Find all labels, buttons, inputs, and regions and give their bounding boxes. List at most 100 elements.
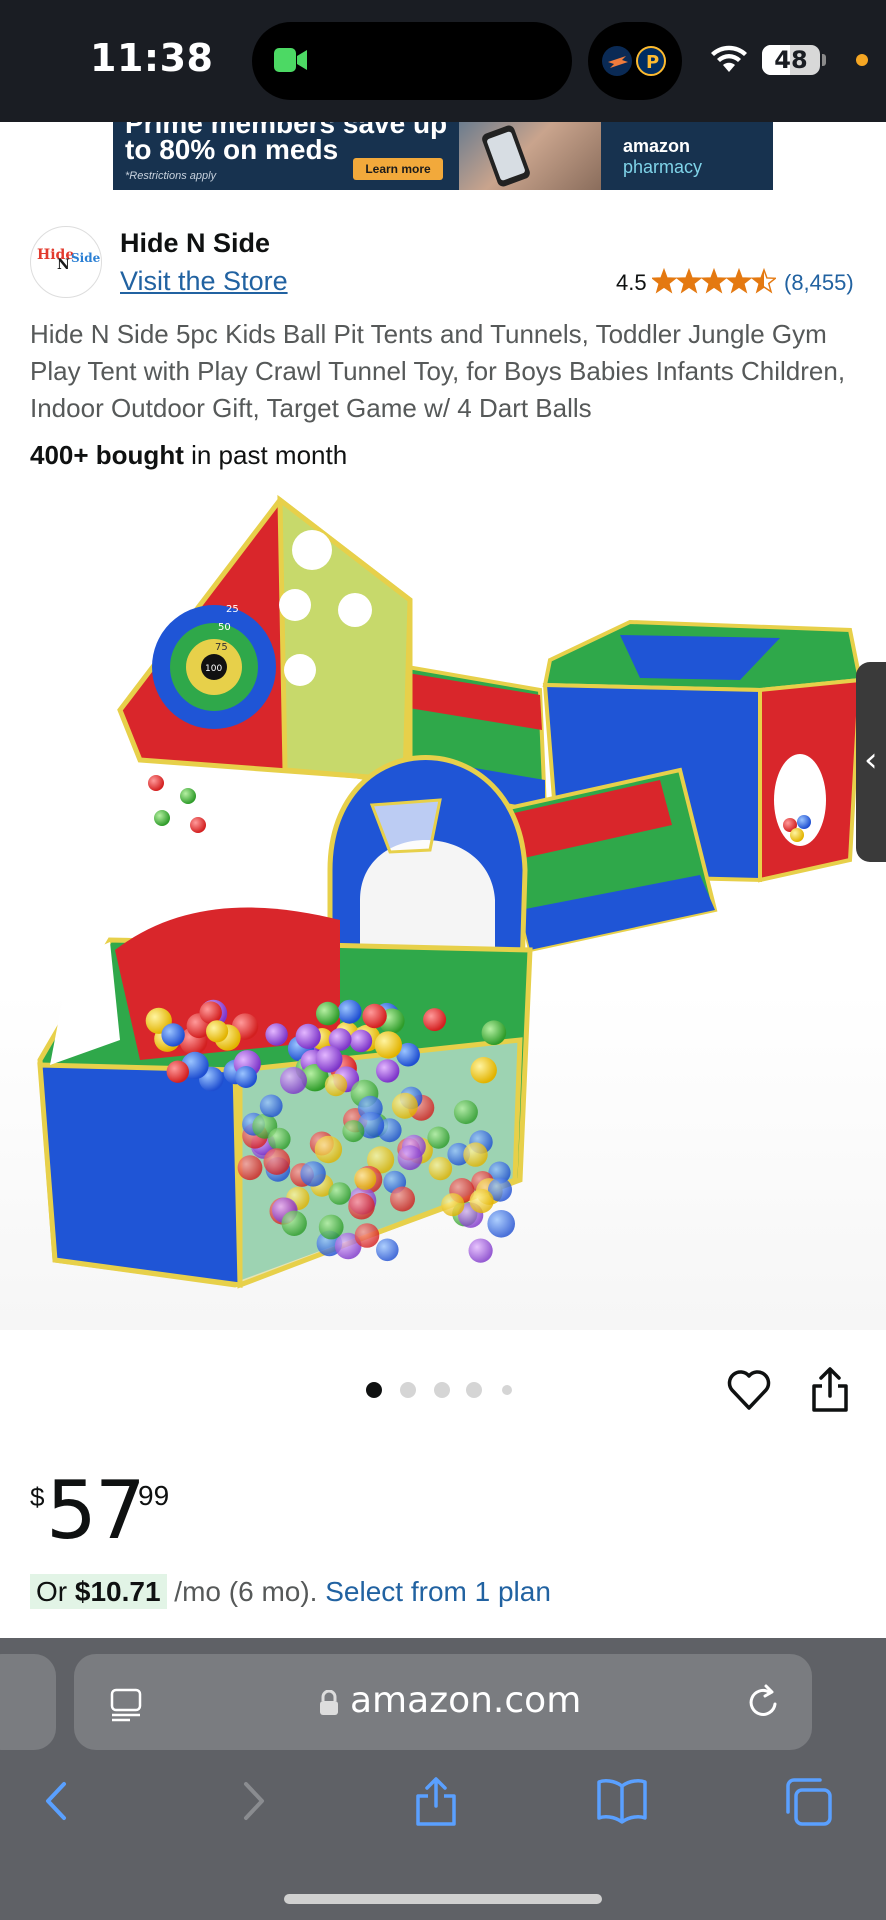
rating-star-2 [675,268,703,294]
ball [265,1023,288,1046]
brand-logo-word-2: N [57,257,70,273]
product-title: Hide N Side 5pc Kids Ball Pit Tents and … [30,319,846,423]
ball [337,999,362,1024]
thunder-logo-icon [602,46,632,76]
ball [374,1031,402,1059]
home-indicator[interactable] [284,1894,602,1904]
ball [362,1003,387,1029]
heart-icon[interactable] [726,1368,772,1412]
carousel-dot-3[interactable] [434,1382,450,1398]
image-drawer-handle[interactable]: ‹ [856,662,886,862]
carousel-dot-5[interactable] [502,1385,512,1395]
ball [376,1238,399,1262]
target-label-25: 25 [226,604,239,615]
rating-count-link[interactable]: (8,455) [784,270,854,296]
ball [324,1073,348,1097]
ad-headline: to 80% on meds [125,134,339,165]
ball [300,1161,326,1187]
target-label-100: 100 [205,664,222,674]
battery-level: 48 [774,46,808,74]
ad-photo [459,122,601,190]
ball [391,1092,418,1119]
ball [259,1094,283,1118]
installment-prefix: Or [36,1576,75,1607]
previous-tab-preview[interactable] [0,1654,56,1750]
ball [328,1182,352,1205]
product-image[interactable]: 25 50 75 100 ‹ [0,480,886,1330]
rating-stars[interactable] [652,268,776,296]
facetime-camera-icon [274,48,307,72]
carousel-dot-1[interactable] [366,1382,382,1398]
ad-phone-image [480,123,532,189]
ball [463,1142,488,1167]
status-time: 11:38 [90,36,214,80]
svg-text:P: P [646,52,659,73]
ball [281,1210,307,1236]
ad-brand-accent: pharmacy [623,157,703,177]
forward-icon[interactable] [226,1776,278,1826]
ball [453,1100,478,1125]
ball [314,1135,343,1164]
back-icon[interactable] [32,1776,84,1826]
ball [342,1120,365,1143]
ball [318,1214,344,1240]
carousel-dot-2[interactable] [400,1382,416,1398]
ball [295,1023,321,1049]
address-bar[interactable]: amazon.com [74,1654,812,1750]
reload-icon[interactable] [744,1682,784,1722]
brand-logo[interactable]: Hide N Side [30,226,102,298]
ad-footnote: *Restrictions apply [125,170,217,182]
safari-toolbar: amazon.com [0,1638,886,1920]
brand-logo-word-3: Side [71,251,101,265]
price-fraction: 99 [138,1480,170,1511]
ball [390,1186,415,1212]
ball [481,1020,507,1045]
brand-name: Hide N Side [120,228,271,258]
share-icon[interactable] [810,1366,850,1414]
rating-star-4 [725,268,753,294]
carousel-dot-4[interactable] [466,1382,482,1398]
battery-icon: 48 [762,45,820,75]
ball [161,1023,185,1047]
ball [315,1045,343,1073]
page-menu-icon[interactable] [108,1686,144,1722]
ad-learn-more-button[interactable]: Learn more [353,158,443,180]
bought-count: 400+ bought [30,440,184,470]
ball [235,1066,257,1088]
bought-period: in past month [183,440,348,470]
ball [316,1001,340,1026]
live-activity[interactable]: P [588,22,682,100]
ball [237,1155,263,1181]
bought-in-past-month: 400+ bought in past month [30,440,347,471]
select-plan-link[interactable]: Select from 1 plan [325,1576,551,1607]
ball [397,1145,423,1171]
address-text: amazon.com [350,1680,582,1721]
ball [349,1029,373,1053]
ball [354,1167,377,1190]
tabs-icon[interactable] [782,1776,834,1826]
dynamic-island[interactable] [252,22,572,100]
ball [428,1156,453,1181]
pacers-logo-icon: P [636,46,666,76]
ball [166,1060,189,1083]
ball [470,1057,497,1084]
image-carousel-dots[interactable] [366,1382,526,1402]
installment-offer: Or $10.71 /mo (6 mo). Select from 1 plan [30,1574,551,1609]
installment-amount: $10.71 [74,1576,161,1607]
visit-store-link[interactable]: Visit the Store [120,266,288,297]
ball-pit-tent-illustration: 25 50 75 100 [37,494,863,1289]
status-bar: 11:38 P 48 [0,0,886,122]
pharmacy-ad-banner[interactable]: Prime members save up to 80% on meds *Re… [113,122,773,190]
installment-badge: Or $10.71 [30,1574,167,1609]
privacy-indicator-dot [856,54,868,66]
bookmarks-icon[interactable] [596,1776,648,1826]
installment-term: /mo (6 mo). [166,1576,326,1607]
ball [427,1126,450,1149]
rating-star-3 [700,268,728,294]
ball [280,1067,307,1094]
share-sheet-icon[interactable] [410,1776,462,1826]
ball [348,1192,375,1220]
ball [206,1020,229,1043]
target-label-50: 50 [218,622,231,633]
wifi-icon [711,45,747,72]
